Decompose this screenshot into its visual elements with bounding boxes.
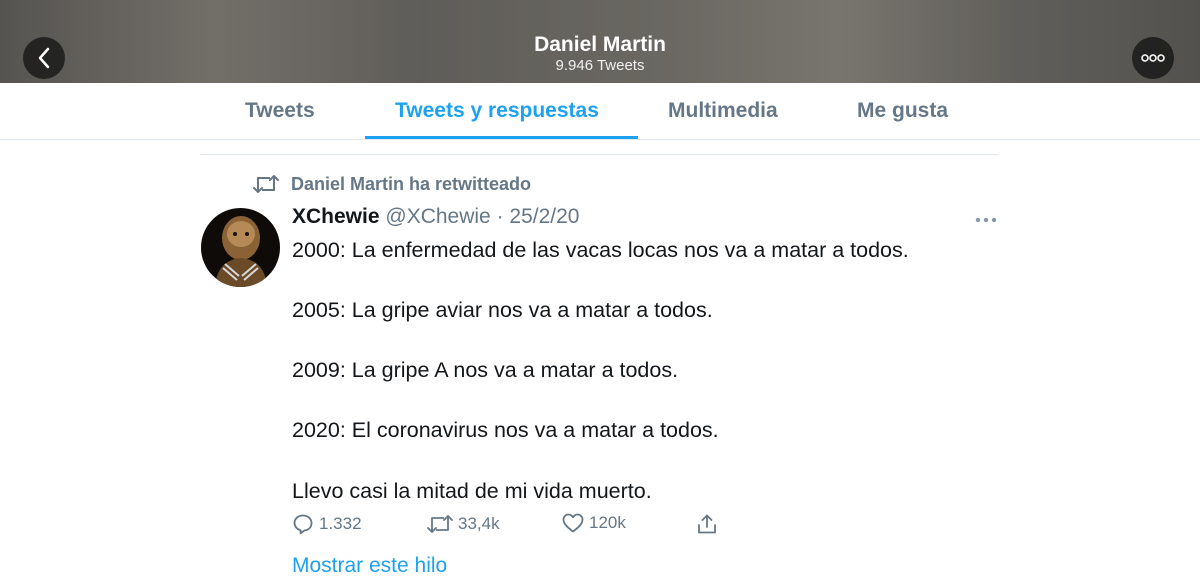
tweet-text-line: 2020: El coronavirus nos va a matar a to… <box>292 418 719 442</box>
retweet-icon <box>427 515 453 533</box>
show-thread-link[interactable]: Mostrar este hilo <box>292 554 447 578</box>
retweet-context-label: Daniel Martin ha retwitteado <box>291 173 532 194</box>
retweet-button[interactable]: 33,4k <box>427 513 500 535</box>
author-name[interactable]: XChewie <box>292 205 380 228</box>
divider <box>200 154 998 155</box>
meta-separator: · <box>496 205 504 228</box>
more-horizontal-icon <box>1141 54 1165 62</box>
tweet-text-line: Llevo casi la mitad de mi vida muerto. <box>292 479 652 503</box>
retweet-context[interactable]: Daniel Martin ha retwitteado <box>253 173 531 195</box>
tweet-options-button[interactable] <box>975 210 997 228</box>
heart-icon <box>562 513 584 533</box>
reply-icon <box>293 514 313 535</box>
more-options-button[interactable] <box>1132 37 1174 79</box>
retweet-icon <box>253 175 279 193</box>
tab-likes[interactable]: Me gusta <box>857 99 948 123</box>
more-horizontal-icon <box>975 217 997 223</box>
tab-media[interactable]: Multimedia <box>668 99 778 123</box>
profile-name: Daniel Martin <box>534 33 666 56</box>
author-handle[interactable]: @XChewie <box>385 205 490 228</box>
tweet-text-line: 2000: La enfermedad de las vacas locas n… <box>292 238 909 262</box>
tweet-actions: 1.332 33,4k 120k <box>292 513 732 543</box>
share-button[interactable] <box>696 513 718 535</box>
tweet-text-line: 2005: La gripe aviar nos va a matar a to… <box>292 298 713 322</box>
tweet-date[interactable]: 25/2/20 <box>509 205 579 228</box>
profile-tabs: Tweets Tweets y respuestas Multimedia Me… <box>0 83 1200 140</box>
tweet-author-row: XChewie @XChewie · 25/2/20 <box>292 205 580 229</box>
tab-tweets[interactable]: Tweets <box>245 99 315 123</box>
share-icon <box>698 514 716 534</box>
reply-button[interactable]: 1.332 <box>292 513 362 535</box>
tab-tweets-and-replies[interactable]: Tweets y respuestas <box>395 99 599 123</box>
active-tab-indicator <box>365 136 638 139</box>
avatar-image <box>201 208 280 287</box>
like-button[interactable]: 120k <box>562 513 626 533</box>
avatar[interactable] <box>201 208 280 287</box>
retweet-count: 33,4k <box>458 514 500 533</box>
tweet-text-line: 2009: La gripe A nos va a matar a todos. <box>292 358 679 382</box>
reply-count: 1.332 <box>319 514 362 533</box>
like-count: 120k <box>589 513 626 532</box>
profile-tweet-count: 9.946 Tweets <box>555 57 645 74</box>
